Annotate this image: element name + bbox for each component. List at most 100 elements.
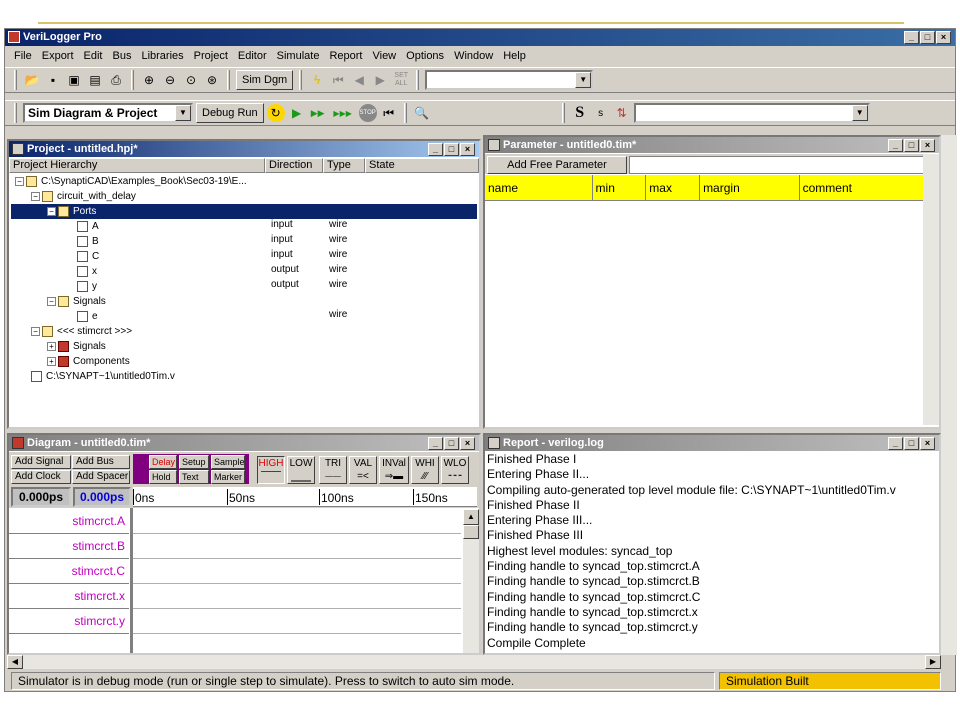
- delay-button[interactable]: Delay: [149, 455, 177, 469]
- menu-bus[interactable]: Bus: [108, 50, 137, 62]
- main-vertical-scrollbar[interactable]: [941, 135, 957, 655]
- tree-row[interactable]: B: [77, 234, 99, 249]
- maximize-button[interactable]: □: [904, 437, 919, 450]
- minimize-button[interactable]: _: [888, 437, 903, 450]
- tree-row-selected[interactable]: − Ports: [11, 204, 477, 219]
- next-icon[interactable]: ▶: [371, 71, 389, 89]
- tree-row[interactable]: C: [77, 249, 99, 264]
- search-combo[interactable]: ▼: [633, 103, 870, 123]
- close-button[interactable]: ×: [460, 143, 475, 156]
- close-button[interactable]: ×: [460, 437, 475, 450]
- signal-combo[interactable]: ▼: [425, 70, 594, 90]
- maximize-button[interactable]: □: [444, 143, 459, 156]
- stop-icon[interactable]: STOP: [358, 104, 377, 122]
- setup-button[interactable]: Setup: [179, 455, 209, 469]
- big-s-button[interactable]: S: [571, 104, 589, 122]
- diagram-scrollbar[interactable]: ▲: [463, 509, 479, 653]
- signal-name[interactable]: stimcrct.B: [9, 534, 129, 559]
- waveform-row[interactable]: [133, 559, 461, 584]
- debug-run-button[interactable]: Debug Run: [196, 103, 264, 123]
- signal-s-icon[interactable]: ⇅: [613, 104, 631, 122]
- open-folder-icon[interactable]: 📂: [23, 71, 41, 89]
- step-icon[interactable]: ↻: [266, 104, 285, 122]
- add-free-parameter-button[interactable]: Add Free Parameter: [487, 156, 627, 174]
- maximize-button[interactable]: □: [920, 31, 935, 44]
- add-clock-button[interactable]: Add Clock: [11, 470, 71, 484]
- add-signal-button[interactable]: Add Signal: [11, 455, 71, 469]
- scroll-up-icon[interactable]: ▲: [463, 509, 479, 525]
- waveform-row[interactable]: [133, 534, 461, 559]
- menu-editor[interactable]: Editor: [233, 50, 272, 62]
- tree-row[interactable]: C:\SYNAPT~1\untitled0Tim.v: [31, 369, 175, 384]
- tree-row[interactable]: e: [77, 309, 98, 324]
- hold-button[interactable]: Hold: [149, 470, 177, 484]
- run-fastest-icon[interactable]: ▶▶▶: [330, 104, 356, 122]
- save-all-icon[interactable]: ▣: [65, 71, 83, 89]
- col-name[interactable]: name: [485, 175, 593, 200]
- signal-name[interactable]: stimcrct.C: [9, 559, 129, 584]
- ole-icon[interactable]: ▤: [86, 71, 104, 89]
- parameter-scrollbar[interactable]: [923, 154, 939, 425]
- high-button[interactable]: HIGH ⎺⎺: [257, 456, 285, 484]
- waveform-row[interactable]: [133, 584, 461, 609]
- col-comment[interactable]: comment: [800, 175, 939, 200]
- scroll-left-icon[interactable]: ◀: [7, 655, 23, 669]
- col-direction[interactable]: Direction: [265, 158, 323, 173]
- signal-name[interactable]: stimcrct.A: [9, 509, 129, 534]
- menu-simulate[interactable]: Simulate: [272, 50, 325, 62]
- minimize-button[interactable]: _: [428, 437, 443, 450]
- whi-button[interactable]: WHI ⁄⁄⁄: [411, 456, 439, 484]
- tree-row[interactable]: x: [77, 264, 97, 279]
- small-s-button[interactable]: s: [592, 104, 610, 122]
- menu-export[interactable]: Export: [37, 50, 79, 62]
- tree-row[interactable]: − Signals: [47, 294, 106, 309]
- lightning-icon[interactable]: ϟ: [308, 71, 326, 89]
- tree-row[interactable]: + Signals: [47, 339, 106, 354]
- close-button[interactable]: ×: [920, 437, 935, 450]
- menu-project[interactable]: Project: [189, 50, 233, 62]
- tree-row[interactable]: − <<< stimcrct >>>: [31, 324, 132, 339]
- zoom-out-icon[interactable]: ⊖: [161, 71, 179, 89]
- maximize-button[interactable]: □: [444, 437, 459, 450]
- col-margin[interactable]: margin: [700, 175, 800, 200]
- signal-name[interactable]: stimcrct.y: [9, 609, 129, 634]
- waveform-row[interactable]: [133, 509, 461, 534]
- mode-select[interactable]: Sim Diagram & Project ▼: [23, 103, 193, 123]
- low-button[interactable]: LOW ⎽⎽: [287, 456, 315, 484]
- tree-row[interactable]: − circuit_with_delay: [31, 189, 136, 204]
- col-hierarchy[interactable]: Project Hierarchy: [9, 158, 265, 173]
- menu-libraries[interactable]: Libraries: [136, 50, 188, 62]
- col-min[interactable]: min: [593, 175, 647, 200]
- scroll-right-icon[interactable]: ▶: [925, 655, 941, 669]
- zoom-fit-icon[interactable]: ⊙: [182, 71, 200, 89]
- menu-report[interactable]: Report: [324, 50, 367, 62]
- time-cursor-2[interactable]: 0.000ps: [73, 487, 131, 507]
- text-button[interactable]: Text: [179, 470, 209, 484]
- zoom-range-icon[interactable]: ⊛: [203, 71, 221, 89]
- first-icon[interactable]: ⏮: [329, 71, 347, 89]
- run-icon[interactable]: ▶: [288, 104, 306, 122]
- minimize-button[interactable]: _: [428, 143, 443, 156]
- close-button[interactable]: ×: [936, 31, 951, 44]
- menu-file[interactable]: File: [9, 50, 37, 62]
- wlo-button[interactable]: WLO ⁃⁃⁃: [441, 456, 469, 484]
- run-fast-icon[interactable]: ▶▶: [309, 104, 327, 122]
- tree-row[interactable]: − C:\SynaptiCAD\Examples_Book\Sec03-19\E.…: [15, 174, 247, 189]
- menu-view[interactable]: View: [367, 50, 401, 62]
- minimize-button[interactable]: _: [888, 139, 903, 152]
- col-type[interactable]: Type: [323, 158, 365, 173]
- signal-name[interactable]: stimcrct.x: [9, 584, 129, 609]
- minimize-button[interactable]: _: [904, 31, 919, 44]
- rewind-icon[interactable]: ⏮: [380, 104, 398, 122]
- save-icon[interactable]: ▪: [44, 71, 62, 89]
- col-max[interactable]: max: [646, 175, 701, 200]
- prev-icon[interactable]: ◀: [350, 71, 368, 89]
- inval-button[interactable]: INVal ⇒▬: [379, 456, 409, 484]
- marker-button[interactable]: Marker: [211, 470, 245, 484]
- menu-edit[interactable]: Edit: [79, 50, 108, 62]
- horizontal-scrollbar[interactable]: ◀ ▶: [7, 655, 941, 669]
- sample-button[interactable]: Sample: [211, 455, 245, 469]
- maximize-button[interactable]: □: [904, 139, 919, 152]
- set-all-icon[interactable]: SET ALL: [392, 71, 410, 89]
- tree-row[interactable]: A: [77, 219, 99, 234]
